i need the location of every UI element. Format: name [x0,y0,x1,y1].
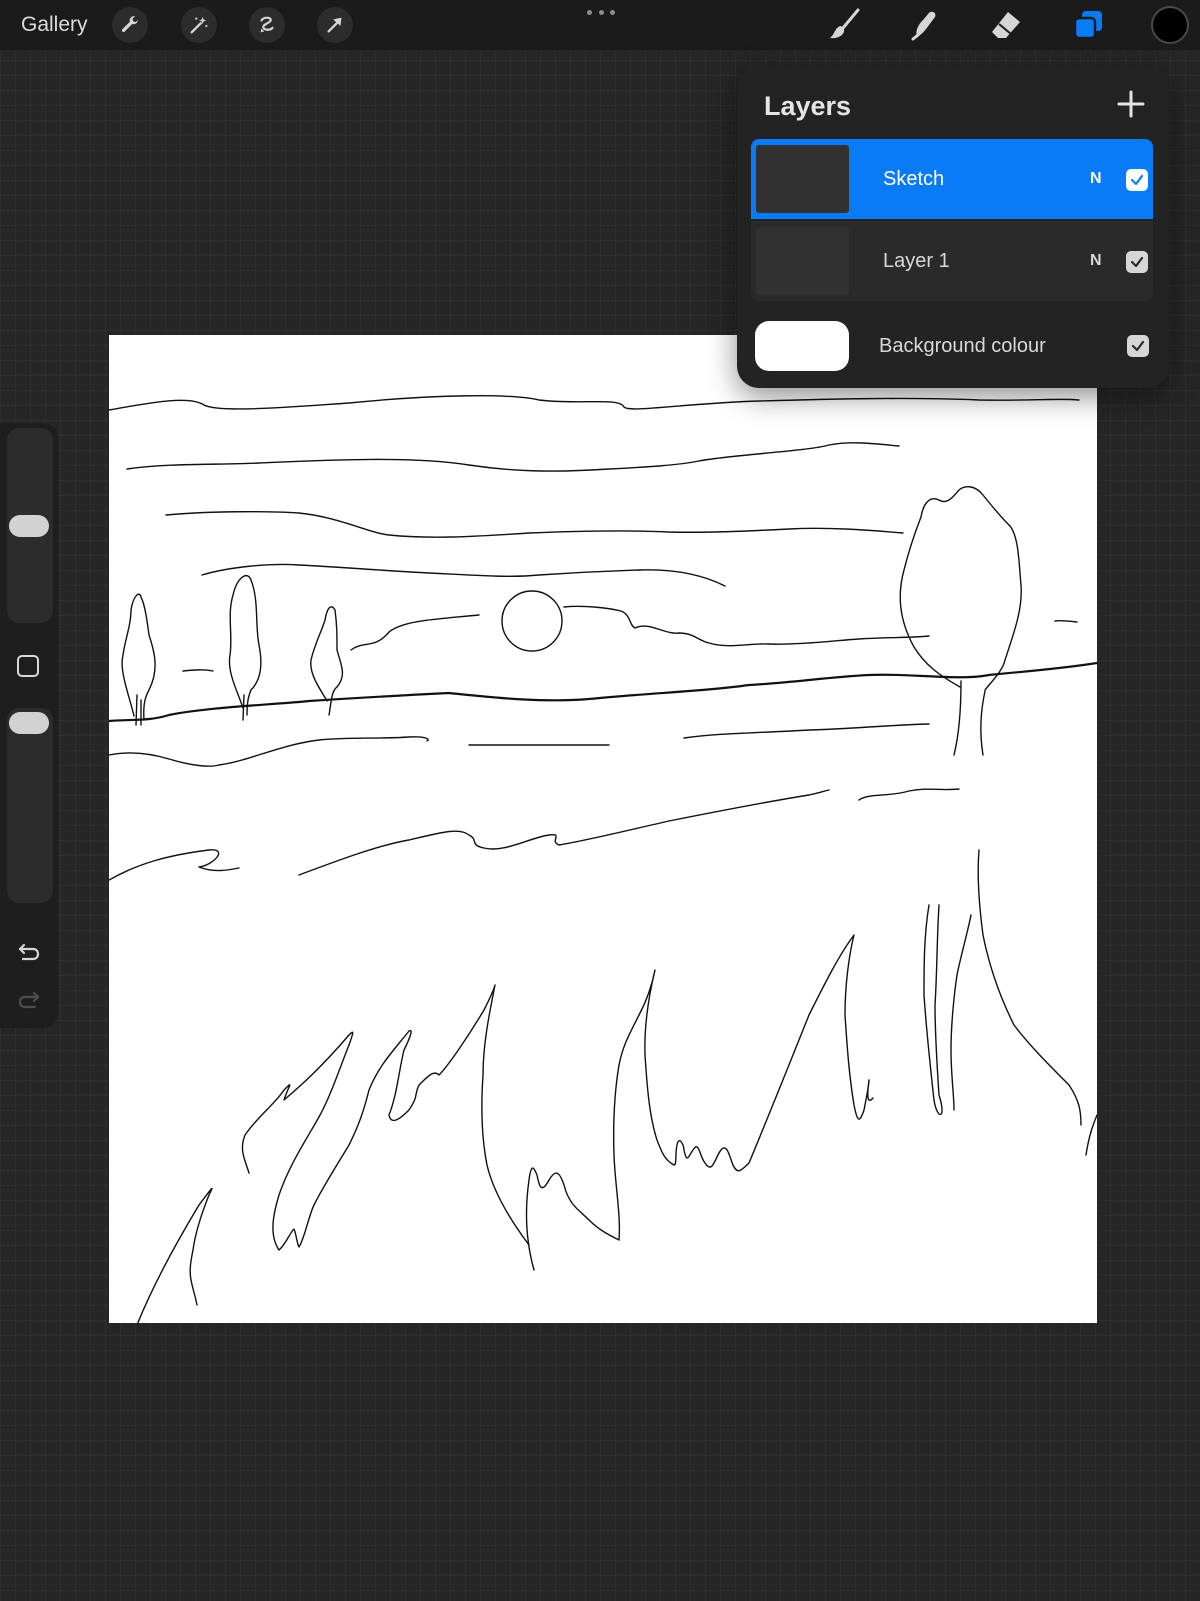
sun [501,590,563,652]
grass-blade [241,984,530,1251]
layer-thumbnail [756,227,849,295]
redo-button[interactable] [13,983,45,1015]
grass-blade [950,849,1082,1126]
layers-panel-title: Layers [764,91,852,121]
background-colour-label: Background colour [879,335,1046,357]
layer-row-layer-1[interactable]: Layer 1 N [751,221,1153,301]
cloud-line [201,563,726,587]
selection-button[interactable] [249,7,285,43]
undo-icon [18,943,40,961]
field-line [683,723,930,739]
poplar-tree [228,575,262,721]
grass-blade [137,1187,213,1323]
cloud-line [109,395,1080,411]
background-colour-swatch[interactable] [755,321,849,371]
drawing-canvas[interactable] [109,335,1097,1323]
layer-name: Layer 1 [883,250,950,272]
undo-button[interactable] [13,935,45,967]
big-tree [899,486,1022,691]
cloud-line [165,510,904,538]
brush-size-thumb[interactable] [9,514,49,537]
layers-panel: Layers Sketch N Layer 1 N Background col… [737,66,1169,388]
eraser-icon [992,12,1020,38]
redo-icon [18,991,40,1009]
field-line [109,736,429,767]
plus-icon [1117,90,1145,118]
layers-icon [1073,11,1102,40]
field-line [109,849,240,881]
sketch-artwork [109,395,1097,1323]
smudge-tool[interactable] [904,4,946,46]
eraser-tool[interactable] [985,4,1027,46]
grass-blade [923,904,943,1116]
big-tree-trunk [953,680,986,756]
wrench-icon [121,16,138,32]
cloud-line [126,442,900,472]
background-visibility-checkbox[interactable] [1127,335,1149,357]
layer-row-sketch[interactable]: Sketch N [751,139,1153,219]
cloud-line [182,669,214,672]
opacity-thumb[interactable] [9,712,49,734]
horizon-line [109,661,1097,723]
blend-mode-button[interactable]: N [1090,249,1102,273]
cloud-line [350,614,480,651]
field-line [298,789,830,876]
blend-mode-button[interactable]: N [1090,167,1102,191]
checkmark-icon [1131,340,1145,352]
layer-visibility-checkbox[interactable] [1126,169,1148,191]
layer-name: Sketch [883,168,945,190]
checkmark-icon [1130,174,1144,186]
gallery-button[interactable]: Gallery [21,11,88,39]
brush-icon [830,8,860,39]
color-picker-swatch[interactable] [1153,8,1187,42]
layer-thumbnail [756,145,849,213]
transform-arrow-icon [327,17,342,33]
left-sidebar [0,423,58,1028]
selection-icon [260,16,274,33]
layers-tool[interactable] [1067,4,1109,46]
grass-blade [1085,1114,1097,1156]
cloud-line [563,605,930,647]
magic-wand-icon [190,16,208,34]
modify-button[interactable] [17,655,39,677]
actions-button[interactable] [112,7,148,43]
top-toolbar: Gallery [0,0,1200,50]
more-options-icon[interactable] [587,7,615,17]
field-line [858,788,960,801]
adjustments-button[interactable] [181,7,217,43]
grass-blade [525,934,874,1271]
brush-tool[interactable] [823,4,865,46]
opacity-slider[interactable] [7,708,53,903]
poplar-tree [121,593,156,726]
checkmark-icon [1130,256,1144,268]
transform-button[interactable] [317,7,353,43]
background-colour-row[interactable]: Background colour [751,316,1155,376]
brush-size-slider[interactable] [7,428,53,623]
cloud-line [1054,619,1078,623]
layer-visibility-checkbox[interactable] [1126,251,1148,273]
smudge-icon [911,11,936,41]
add-layer-button[interactable] [1113,86,1149,122]
